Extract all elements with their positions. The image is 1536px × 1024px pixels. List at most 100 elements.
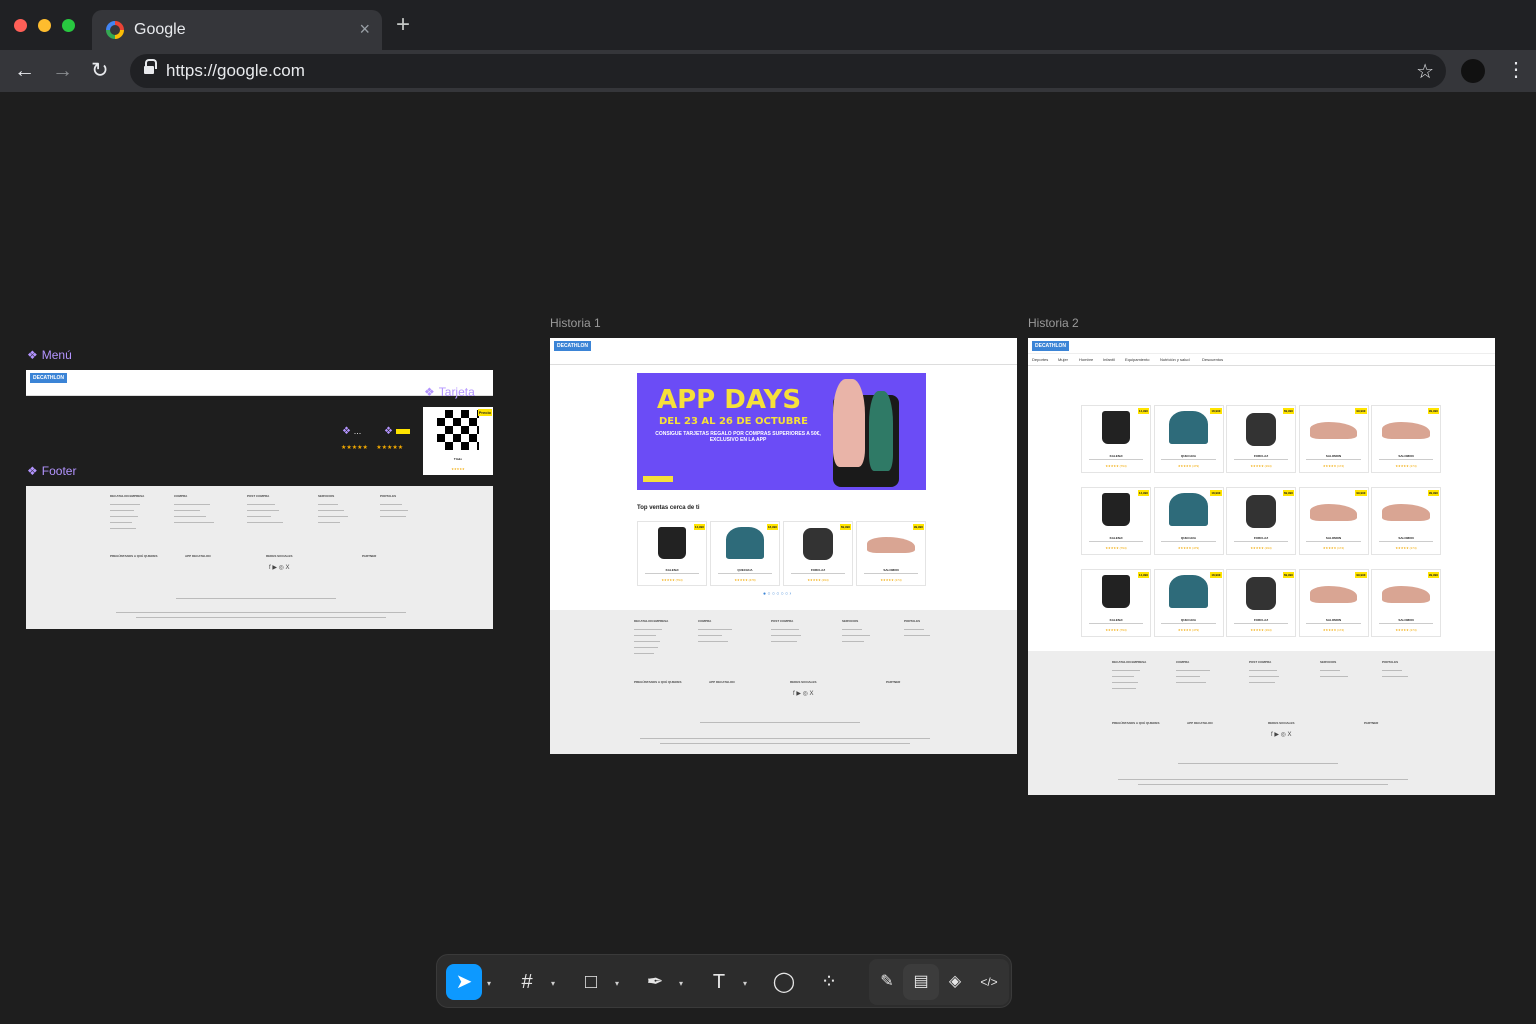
shoe-image [1382, 421, 1430, 439]
product-card[interactable]: 14,99€ KALENJI ★★★★★ (794) [1081, 405, 1151, 473]
chevron-down-icon[interactable]: ▾ [487, 979, 491, 988]
subnav-item[interactable]: Deportes [1032, 357, 1048, 362]
jacket-image [1169, 411, 1208, 445]
card-title: Título [453, 457, 463, 461]
product-card[interactable]: 14,99€ KALENJI ★★★★★ (794) [637, 521, 707, 586]
product-rating: ★★★★★ (194) [807, 577, 829, 582]
maximize-window-button[interactable] [62, 19, 75, 32]
chevron-down-icon[interactable]: ▾ [679, 979, 683, 988]
product-rating: ★★★★★ (194) [1250, 464, 1272, 469]
design-mode-button[interactable]: ▤ [903, 964, 939, 1000]
pen-tool-button[interactable]: ✒ [637, 964, 673, 1000]
product-card[interactable]: 99,99€ SALOMON ★★★★★ (174) [1298, 487, 1369, 555]
product-card[interactable]: 18,99€ QUECHUA ★★★★★ (479) [1153, 569, 1224, 637]
product-card[interactable]: 18,99€ QUECHUA ★★★★★ (479) [710, 521, 780, 586]
move-tool-button[interactable]: ➤ [446, 964, 482, 1000]
dev-mode-button[interactable]: </> [971, 964, 1007, 1000]
product-card[interactable]: 99,99€ SALOMON ★★★★★ (174) [1371, 569, 1441, 637]
comment-tool-button[interactable]: ◯ [766, 964, 802, 1000]
frame-tool-button[interactable]: # [509, 964, 545, 1000]
prototype-mode-button[interactable]: ◈ [937, 964, 973, 1000]
product-card[interactable]: 69,99€ FORCLAZ ★★★★★ (194) [1226, 487, 1296, 555]
shape-tool-button[interactable]: □ [573, 964, 609, 1000]
menu-component[interactable]: DECATHLON [26, 370, 493, 396]
product-name: SALOMON [1398, 453, 1414, 458]
text-tool-button[interactable]: T [701, 964, 737, 1000]
footer-component-label[interactable]: ❖ Footer [27, 464, 76, 478]
new-tab-button[interactable]: + [396, 13, 410, 37]
url-text[interactable]: https://google.com [166, 61, 305, 81]
tab-close-icon[interactable]: × [359, 19, 370, 40]
footer-component[interactable]: DECATHLON EMPRESA COMPRA POST COMPRA SER… [26, 486, 493, 629]
product-card[interactable]: 14,99€ KALENJI ★★★★★ (794) [1081, 569, 1151, 637]
banner-title: APP DAYS [657, 385, 802, 415]
historia-2-frame[interactable]: DECATHLON Deportes Mujer Hombre Infantil… [1028, 338, 1495, 795]
footer-col-title: PORTALES [1382, 660, 1399, 664]
product-card[interactable]: 69,99€ FORCLAZ ★★★★★ (194) [783, 521, 853, 586]
variant-icon[interactable]: ❖ ... [342, 426, 361, 437]
subnav-item[interactable]: Descuentos [1202, 357, 1223, 362]
footer-col2-title: PARTNER [362, 554, 377, 558]
back-button[interactable]: ← [14, 58, 35, 84]
subnav-item[interactable]: Mujer [1058, 357, 1068, 362]
product-card[interactable]: 99,99€ SALOMON ★★★★★ (174) [1371, 405, 1441, 473]
product-card[interactable]: 99,99€ SALOMON ★★★★★ (174) [1298, 405, 1369, 473]
product-card[interactable]: 18,99€ QUECHUA ★★★★★ (479) [1153, 405, 1224, 473]
shoe-image [1382, 585, 1430, 603]
banner-dates: DEL 23 AL 26 DE OCTUBRE [659, 416, 808, 427]
address-bar[interactable]: https://google.com ☆ [130, 54, 1446, 88]
chevron-down-icon[interactable]: ▾ [551, 979, 555, 988]
footer-col-title: PORTALES [904, 619, 921, 623]
profile-avatar[interactable] [1461, 59, 1485, 83]
tarjeta-component-label[interactable]: ❖ Tarjeta [424, 385, 475, 399]
minimize-window-button[interactable] [38, 19, 51, 32]
product-card[interactable]: 69,99€ FORCLAZ ★★★★★ (194) [1226, 405, 1296, 473]
forward-button[interactable]: → [52, 58, 73, 84]
chevron-down-icon[interactable]: ▾ [743, 979, 747, 988]
footer-instance: DECATHLON EMPRESA COMPRA POST COMPRA SER… [1028, 651, 1495, 795]
subnav-item[interactable]: Hombre [1079, 357, 1093, 362]
draw-mode-button[interactable]: ✎ [869, 964, 905, 1000]
menu-component-label[interactable]: ❖ Menú [27, 348, 72, 362]
historia-1-frame[interactable]: DECATHLON APP DAYS DEL 23 AL 26 DE OCTUB… [550, 338, 1017, 754]
footer-col2-title: REDES SOCIALES [790, 680, 817, 684]
historia-1-label[interactable]: Historia 1 [550, 316, 601, 330]
tarjeta-component[interactable]: Precio Título ★★★★★ [423, 407, 493, 475]
price-badge: 69,99€ [839, 524, 851, 530]
bookmark-star-icon[interactable]: ☆ [1416, 59, 1434, 84]
browser-tab[interactable]: Google × [92, 10, 382, 50]
design-canvas[interactable]: ❖ Menú DECATHLON ❖ Tarjeta Precio Título ★… [0, 92, 1536, 1024]
product-rating: ★★★★★ (174) [1395, 628, 1417, 633]
price-badge: 18,99€ [1210, 572, 1222, 578]
actions-tool-button[interactable]: ⁘ [811, 964, 847, 1000]
app-days-banner[interactable]: APP DAYS DEL 23 AL 26 DE OCTUBRE CONSIGU… [637, 373, 926, 490]
product-rating: ★★★★★ (194) [1250, 546, 1272, 551]
product-card[interactable]: 99,99€ SALOMON ★★★★★ (174) [1371, 487, 1441, 555]
footer-col-title: PORTALES [380, 494, 397, 498]
subnav-item[interactable]: Nutrición y salud [1160, 357, 1190, 362]
footer-col2-title: REDES SOCIALES [266, 554, 293, 558]
footer-col2-title: PREGÚNTANOS A QUÉ QUIERES [1112, 721, 1160, 725]
footer-col2-title: REDES SOCIALES [1268, 721, 1295, 725]
product-name: SALOMON [1398, 535, 1414, 540]
product-card[interactable]: 14,99€ KALENJI ★★★★★ (794) [1081, 487, 1151, 555]
product-card[interactable]: 69,99€ FORCLAZ ★★★★★ (194) [1226, 569, 1296, 637]
close-window-button[interactable] [14, 19, 27, 32]
browser-menu-icon[interactable]: ⋮ [1506, 58, 1526, 82]
subnav-item[interactable]: Equipamiento [1125, 357, 1149, 362]
product-card[interactable]: 18,99€ QUECHUA ★★★★★ (479) [1153, 487, 1224, 555]
product-name: FORCLAZ [1253, 453, 1269, 458]
price-badge: 99,99€ [912, 524, 924, 530]
product-rating: ★★★★★ (174) [1322, 546, 1345, 551]
product-card[interactable]: 99,99€ SALOMON ★★★★★ (174) [1298, 569, 1369, 637]
price-badge: 69,99€ [1282, 408, 1294, 414]
historia-2-label[interactable]: Historia 2 [1028, 316, 1079, 330]
reload-button[interactable]: ↻ [91, 58, 109, 84]
variant-icon[interactable]: ❖ [384, 426, 410, 437]
product-card[interactable]: 99,99€ SALOMON ★★★★★ (174) [856, 521, 926, 586]
subnav-item[interactable]: Infantil [1103, 357, 1115, 362]
product-rating: ★★★★★ (174) [1322, 628, 1345, 633]
footer-col2-title: APP DECATHLON [709, 680, 735, 684]
chevron-down-icon[interactable]: ▾ [615, 979, 619, 988]
browser-toolbar: ← → ↻ https://google.com ☆ ⋮ [0, 50, 1536, 92]
